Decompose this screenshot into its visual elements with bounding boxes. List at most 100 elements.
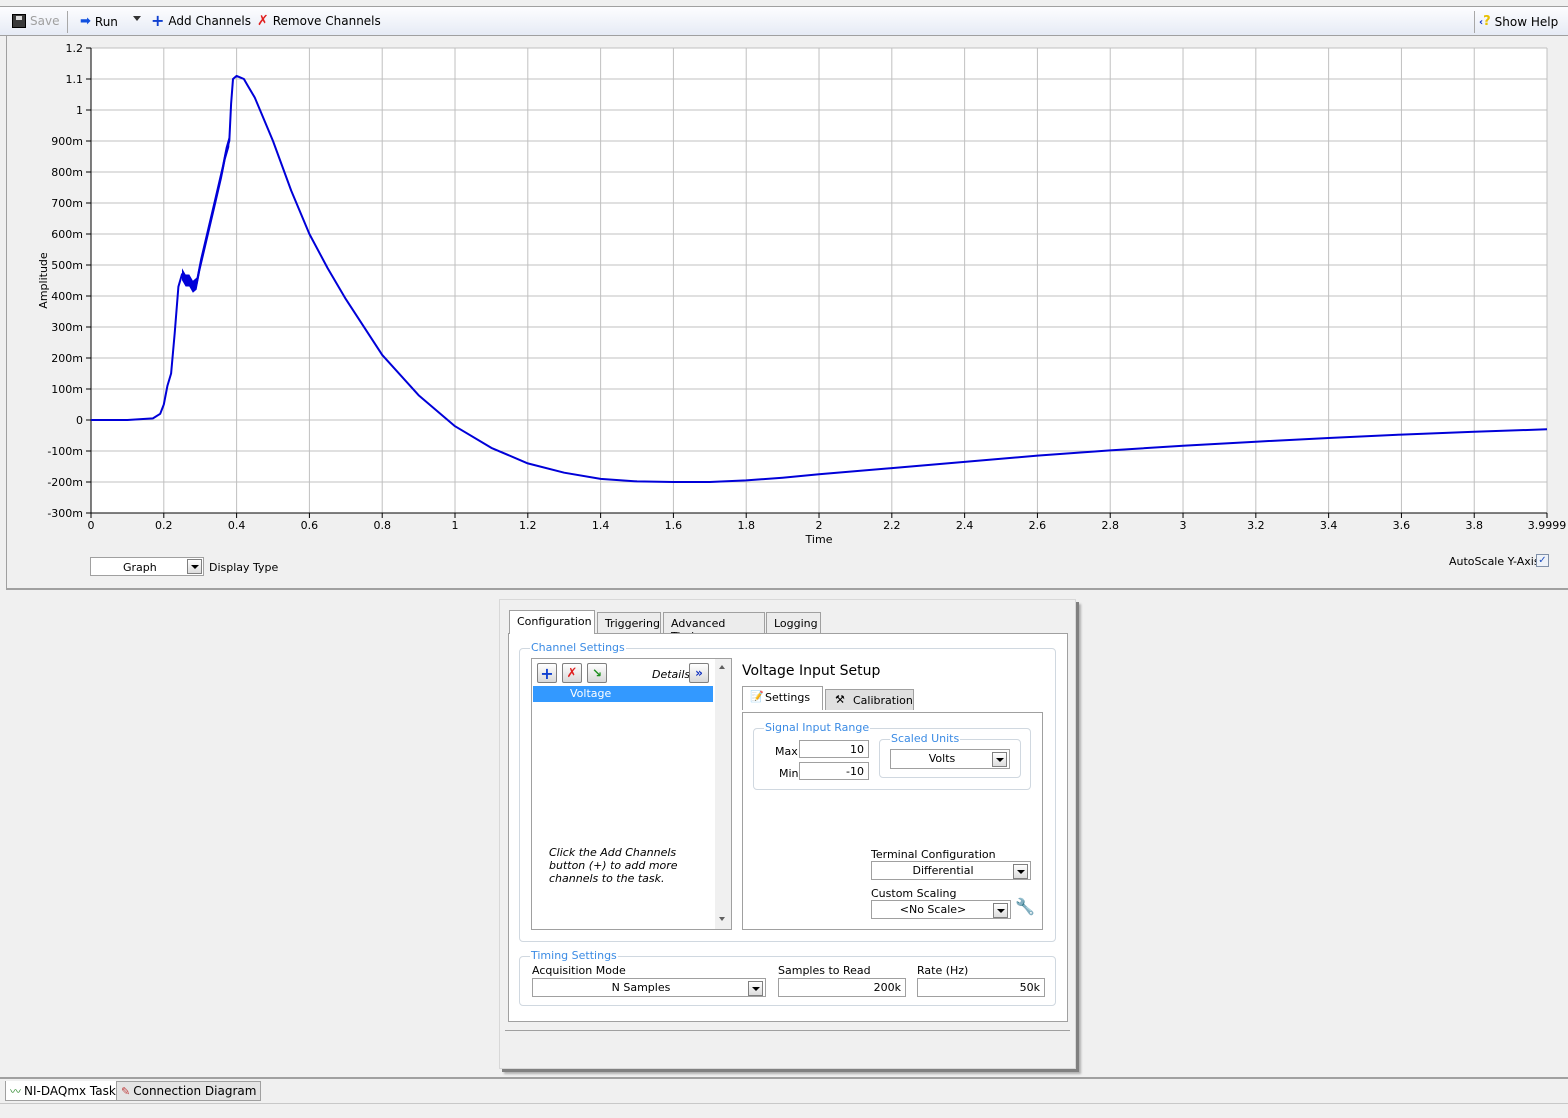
y-tick-label: 500m xyxy=(51,259,83,272)
min-label: Min xyxy=(779,767,799,780)
toolbar: Save ➡ Run + Add Channels ✗ Remove Chann… xyxy=(0,6,1568,36)
channel-item-voltage[interactable]: Voltage xyxy=(533,686,713,702)
x-tick-label: 2 xyxy=(816,519,823,532)
remove-channel-button[interactable]: ✗ xyxy=(562,663,582,683)
signal-input-range-group: Signal Input Range Max 10 Min -10 Scaled… xyxy=(753,721,1031,790)
arrow-down-right-icon: ↘ xyxy=(591,666,603,680)
remove-channels-button[interactable]: ✗ Remove Channels xyxy=(257,14,381,28)
max-label: Max xyxy=(775,745,798,758)
y-tick-label: 400m xyxy=(51,290,83,303)
chevron-down-icon[interactable] xyxy=(992,752,1007,767)
connection-pen-icon: ✎ xyxy=(121,1084,131,1098)
tab-advanced-timing[interactable]: Advanced Timing xyxy=(663,612,765,643)
tab-configuration[interactable]: Configuration xyxy=(509,610,595,634)
channel-settings-title: Channel Settings xyxy=(530,641,626,654)
chevron-down-icon[interactable] xyxy=(993,903,1008,918)
subtab-calibration[interactable]: ⚒ Calibration xyxy=(825,689,914,710)
show-help-button[interactable]: ‹? Show Help xyxy=(1479,14,1558,29)
y-tick-label: 200m xyxy=(51,352,83,365)
acquisition-mode-select[interactable]: N Samples xyxy=(532,978,766,997)
channel-list: + ✗ ↘ Details » Voltage Click the Add Ch… xyxy=(531,658,732,930)
x-tick-label: 0.6 xyxy=(301,519,319,532)
x-tick-label: 0.2 xyxy=(155,519,173,532)
y-tick-label: 1 xyxy=(76,104,83,117)
checkmark-icon: ✓ xyxy=(1538,555,1547,566)
panel-divider xyxy=(505,1030,1070,1031)
channel-move-button[interactable]: ↘ xyxy=(587,663,607,683)
channel-list-scrollbar[interactable] xyxy=(715,659,731,929)
autoscale-checkbox[interactable]: ✓ xyxy=(1536,554,1549,567)
x-tick-label: 3.6 xyxy=(1393,519,1411,532)
add-channel-button[interactable]: + xyxy=(537,663,557,683)
details-label: Details xyxy=(652,668,691,681)
run-dropdown-button[interactable] xyxy=(133,16,141,21)
tab-logging[interactable]: Logging xyxy=(766,612,821,633)
scroll-up-icon[interactable] xyxy=(719,665,725,669)
red-x-icon: ✗ xyxy=(257,13,269,29)
display-type-select[interactable]: Graph xyxy=(90,557,204,576)
scroll-down-icon[interactable] xyxy=(719,917,725,921)
x-tick-label: 2.8 xyxy=(1101,519,1119,532)
chevron-down-icon[interactable] xyxy=(187,559,202,574)
x-tick-label: 3.9999 xyxy=(1528,519,1567,532)
y-tick-label: -200m xyxy=(47,476,83,489)
y-tick-label: 0 xyxy=(76,414,83,427)
x-tick-label: 0.8 xyxy=(373,519,391,532)
waveform-graph[interactable]: 0 0.2 0.4 0.6 0.8 1 1.2 1.4 1.6 1.8 2 2.2 2.4 2.6 2.8 3… xyxy=(7,36,1568,588)
y-axis-label: Amplitude xyxy=(37,252,50,309)
double-chevron-right-icon: » xyxy=(695,666,703,680)
y-tick-label: 300m xyxy=(51,321,83,334)
run-arrow-icon: ➡ xyxy=(80,14,91,29)
x-tick-label: 3.8 xyxy=(1465,519,1483,532)
terminal-configuration-select[interactable]: Differential xyxy=(871,861,1031,880)
add-channels-button[interactable]: + Add Channels xyxy=(151,11,251,30)
plus-icon: + xyxy=(151,11,165,30)
y-tick-label: -300m xyxy=(47,507,83,520)
tab-triggering[interactable]: Triggering xyxy=(597,612,661,633)
wrench-icon[interactable]: 🔧 xyxy=(1015,897,1035,916)
toolbar-separator xyxy=(67,11,68,33)
custom-scaling-select[interactable]: <No Scale> xyxy=(871,900,1011,919)
floppy-disk-icon xyxy=(12,14,26,28)
autoscale-label: AutoScale Y-Axis xyxy=(1449,555,1540,568)
daq-assistant-window: Save ➡ Run + Add Channels ✗ Remove Chann… xyxy=(0,0,1568,1118)
settings-tab-content: Signal Input Range Max 10 Min -10 Scaled… xyxy=(742,712,1043,930)
max-input[interactable]: 10 xyxy=(799,740,869,758)
chevron-down-icon[interactable] xyxy=(748,981,763,996)
x-tick-label: 0.4 xyxy=(228,519,246,532)
help-question-icon: ‹? xyxy=(1479,14,1491,29)
rate-input[interactable]: 50k xyxy=(917,978,1045,997)
red-x-icon: ✗ xyxy=(566,665,578,681)
y-tick-label: 800m xyxy=(51,166,83,179)
x-tick-label: 0 xyxy=(88,519,95,532)
scaled-units-select[interactable]: Volts xyxy=(890,749,1010,769)
details-expand-button[interactable]: » xyxy=(689,663,709,683)
waveform-task-icon: 〰 xyxy=(10,1084,21,1098)
subtab-settings[interactable]: 📝 Settings xyxy=(742,686,823,710)
status-divider xyxy=(0,1103,1568,1104)
samples-to-read-input[interactable]: 200k xyxy=(778,978,906,997)
x-tick-label: 1.8 xyxy=(737,519,755,532)
rate-label: Rate (Hz) xyxy=(917,964,969,977)
terminal-configuration-label: Terminal Configuration xyxy=(871,848,996,861)
y-tick-label: 900m xyxy=(51,135,83,148)
configuration-tab-content: Channel Settings + ✗ ↘ Details » Voltage… xyxy=(508,633,1068,1022)
tab-ni-daqmx-task[interactable]: 〰 NI-DAQmx Task xyxy=(5,1081,121,1101)
min-input[interactable]: -10 xyxy=(799,762,869,780)
chevron-down-icon[interactable] xyxy=(1013,864,1028,879)
y-tick-label: 700m xyxy=(51,197,83,210)
x-tick-label: 1.6 xyxy=(665,519,683,532)
tab-connection-diagram[interactable]: ✎ Connection Diagram xyxy=(116,1081,262,1101)
save-button[interactable]: Save xyxy=(12,14,59,28)
chevron-down-icon xyxy=(133,16,141,21)
display-type-label: Display Type xyxy=(209,561,279,574)
y-tick-label: -100m xyxy=(47,445,83,458)
scaled-units-title: Scaled Units xyxy=(890,732,961,745)
x-tick-label: 2.4 xyxy=(956,519,974,532)
x-tick-label: 1.2 xyxy=(519,519,537,532)
settings-sheet-icon: 📝 xyxy=(750,690,764,703)
scaled-units-group: Scaled Units Volts xyxy=(879,732,1021,778)
channel-settings-group: Channel Settings + ✗ ↘ Details » Voltage… xyxy=(519,641,1056,942)
run-button[interactable]: ➡ Run xyxy=(80,14,118,29)
configuration-panel: Configuration Triggering Advanced Timing… xyxy=(499,599,1076,1069)
